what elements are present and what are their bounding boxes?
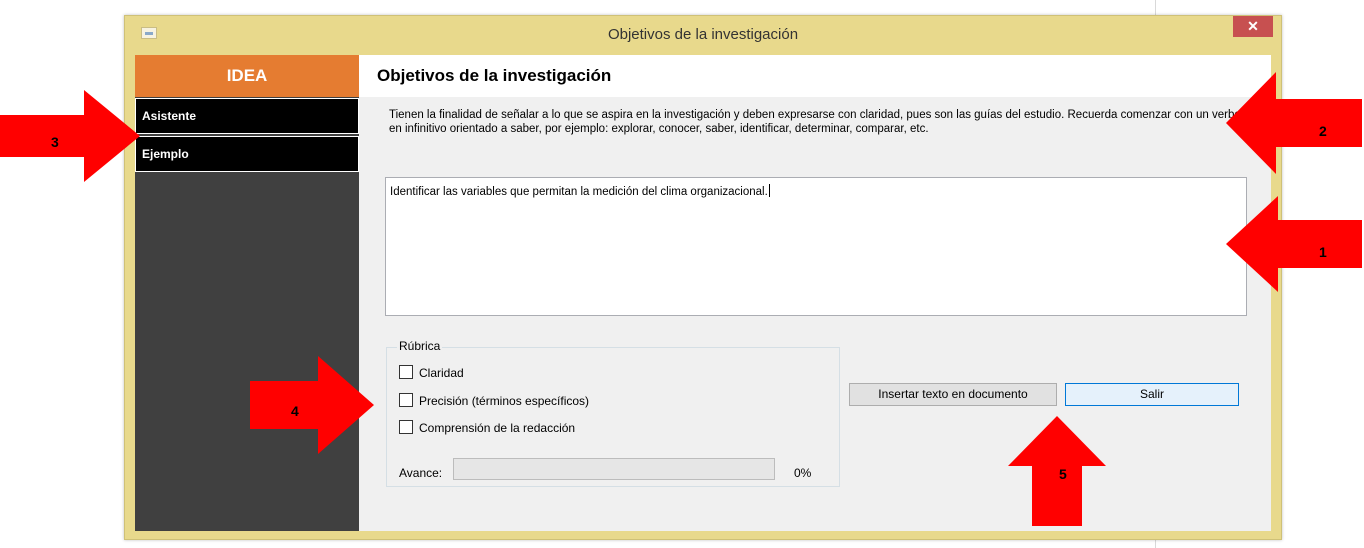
progress-bar [453,458,775,480]
callout-number-5: 5 [1059,466,1067,482]
callout-arrow-3 [0,90,140,182]
criterion-comprension[interactable]: Comprensión de la redacción [399,419,575,437]
sidebar-header: IDEA [135,55,359,97]
close-button[interactable]: ✕ [1233,16,1273,37]
title-bar[interactable]: Objetivos de la investigación ✕ [125,16,1281,54]
sidebar-item-label: Ejemplo [142,147,189,161]
callout-arrow-4 [250,356,374,454]
objective-textarea[interactable]: Identificar las variables que permitan l… [385,177,1247,316]
progress-percent: 0% [794,466,812,480]
sidebar-item-label: Asistente [142,109,197,123]
criterion-label: Claridad [419,366,464,380]
callout-number-3: 3 [51,134,59,150]
main-panel: Objetivos de la investigación Tienen la … [359,55,1271,531]
callout-number-1: 1 [1319,244,1327,260]
sidebar: IDEA Asistente Ejemplo [135,55,359,531]
dialog-window: Objetivos de la investigación ✕ IDEA Asi… [124,15,1282,540]
instructions-text: Tienen la finalidad de señalar a lo que … [389,109,1241,135]
callout-number-4: 4 [291,403,299,419]
criterion-precision[interactable]: Precisión (términos específicos) [399,392,589,410]
callout-number-2: 2 [1319,123,1327,139]
insert-text-button[interactable]: Insertar texto en documento [849,383,1057,406]
criterion-label: Comprensión de la redacción [419,421,576,435]
criterion-label: Precisión (términos específicos) [419,394,590,408]
sidebar-item-ejemplo[interactable]: Ejemplo [135,136,359,172]
comprension-checkbox[interactable] [399,420,413,434]
rubric-group: Rúbrica Claridad Precisión (términos esp… [386,339,840,487]
callout-arrow-1 [1226,196,1362,292]
criterion-claridad[interactable]: Claridad [399,364,464,382]
claridad-checkbox[interactable] [399,365,413,379]
close-icon: ✕ [1247,18,1259,34]
exit-button[interactable]: Salir [1065,383,1239,406]
page-title: Objetivos de la investigación [359,55,1271,97]
progress-label: Avance: [399,466,443,480]
text-caret [768,184,770,197]
rubric-legend: Rúbrica [397,339,443,353]
sidebar-item-asistente[interactable]: Asistente [135,98,359,134]
precision-checkbox[interactable] [399,393,413,407]
callout-arrow-5 [1008,416,1106,526]
objective-text: Identificar las variables que permitan l… [390,186,768,198]
window-title: Objetivos de la investigación [607,26,799,43]
callout-arrow-2 [1226,72,1362,174]
